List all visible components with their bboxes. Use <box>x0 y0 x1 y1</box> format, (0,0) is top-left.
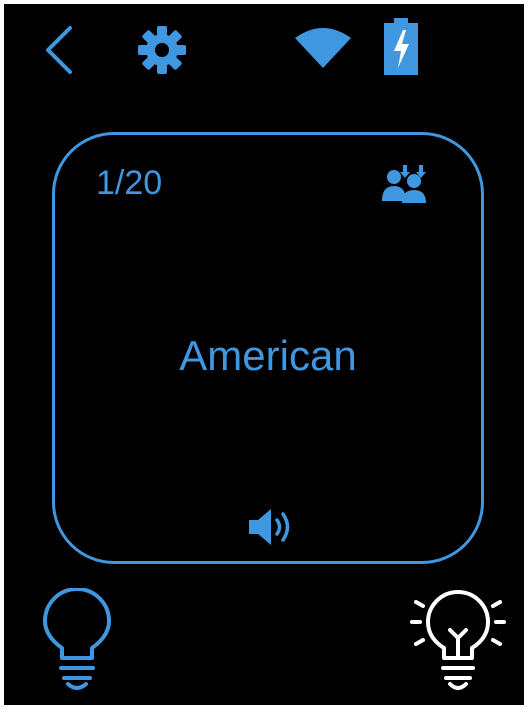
flashcard-word: American <box>179 332 357 379</box>
users-swap-icon[interactable] <box>381 165 429 203</box>
device-screen: 1/20 American <box>4 4 524 705</box>
back-chevron-icon[interactable] <box>42 24 76 76</box>
battery-charging-icon <box>382 18 420 76</box>
wifi-icon <box>294 26 352 70</box>
flashcard[interactable]: 1/20 American <box>52 132 484 564</box>
card-counter: 1/20 <box>96 164 163 202</box>
speaker-icon[interactable] <box>247 507 297 547</box>
lightbulb-outline-icon[interactable] <box>40 588 114 692</box>
lightbulb-lit-icon[interactable] <box>410 590 506 694</box>
gear-icon[interactable] <box>136 24 188 76</box>
